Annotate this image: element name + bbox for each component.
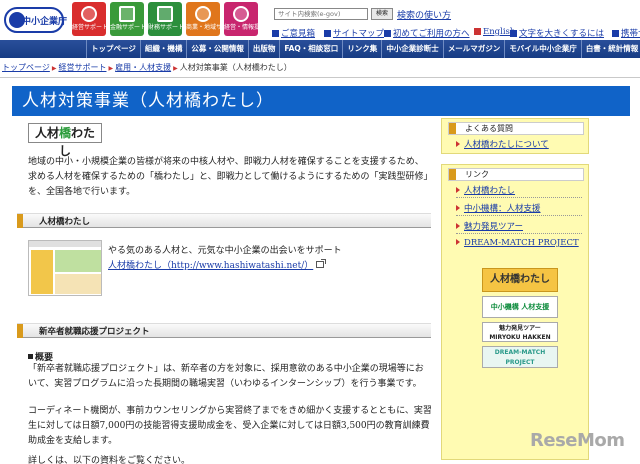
breadcrumb: トップページ ▶ 経営サポート ▶ 雇用・人材支援 ▶ 人材対策事業（人材橋わたし） <box>2 62 292 73</box>
globe-icon <box>195 6 211 22</box>
arrow-right-icon <box>456 141 460 147</box>
coin-icon <box>119 6 135 22</box>
hashiwatashi-external-link[interactable]: 人材橋わたし（http://www.hashiwatashi.net/） <box>108 261 313 271</box>
hashiwatashi-site-thumbnail[interactable] <box>28 240 102 296</box>
mail-icon <box>272 30 279 37</box>
divider <box>456 197 582 198</box>
external-link-icon <box>316 259 327 268</box>
arrow-right-icon <box>456 223 460 229</box>
category-financial-support[interactable]: 財務サポート <box>148 2 184 36</box>
banner-dream-match[interactable]: DREAM-MATCH PROJECT <box>482 346 558 368</box>
heading-mark-icon <box>449 123 456 134</box>
section-heading-new-graduate: 新卒者就職応援プロジェクト <box>17 323 431 338</box>
category-management-support[interactable]: 経営サポート <box>72 2 108 36</box>
divider <box>456 233 582 234</box>
target-icon <box>81 6 97 22</box>
section-heading-hashiwatashi: 人材橋わたし <box>17 213 431 228</box>
arrow-right-icon <box>456 205 460 211</box>
nav-top[interactable]: トップページ <box>86 40 140 58</box>
ministry-logo-text: 中小企業庁 <box>22 17 68 27</box>
page-title-bar: 人材対策事業（人材橋わたし） <box>12 86 630 116</box>
overview-paragraph-1: 「新卒者就職応援プロジェクト」は、新卒者の方を対象に、採用意欲のある中小企業の現… <box>28 364 424 389</box>
nav-mail-magazine[interactable]: メールマガジン <box>442 40 505 58</box>
links-heading: リンク <box>448 168 584 181</box>
arrow-icon <box>510 30 517 37</box>
first-time-link[interactable]: 初めてご利用の方へ <box>384 27 470 39</box>
nav-organization[interactable]: 組織・機構 <box>139 40 187 58</box>
faq-link-hashiwatashi[interactable]: 人材橋わたしについて <box>456 138 549 150</box>
breadcrumb-management-support[interactable]: 経営サポート <box>58 63 106 72</box>
banner-miryoku[interactable]: 魅力発見ツアー MIRYOKU HAKKEN <box>482 322 558 342</box>
heading-mark-icon <box>17 324 23 338</box>
divider <box>0 77 640 78</box>
sidebar-link-hashiwatashi[interactable]: 人材橋わたし <box>456 184 515 196</box>
breadcrumb-employment-support[interactable]: 雇用・人材支援 <box>115 63 171 72</box>
nav-links[interactable]: リンク集 <box>342 40 381 58</box>
overview-paragraph-2: コーディネート機関が、事前カウンセリングから実習終了までをきめ細かく支援するとと… <box>28 406 432 446</box>
nav-faq[interactable]: FAQ・相談窓口 <box>279 40 342 58</box>
breadcrumb-arrow-icon: ▶ <box>173 65 178 72</box>
global-nav: トップページ 組織・機構 公募・公開情報 出版物 FAQ・相談窓口 リンク集 中… <box>0 40 640 58</box>
arrow-icon <box>384 30 391 37</box>
hashiwatashi-logo: 人材橋わたし <box>28 123 102 158</box>
feedback-link[interactable]: ご意見箱 <box>272 27 315 39</box>
heading-mark-icon <box>449 169 456 180</box>
lead-text: やる気のある人材と、元気な中小企業の出会いをサポート <box>108 246 342 256</box>
category-finance-support[interactable]: 金融サポート <box>110 2 146 36</box>
breadcrumb-current: 人材対策事業（人材橋わたし） <box>179 63 292 72</box>
sidebar-link-smrj[interactable]: 中小機構：人材支援 <box>456 202 541 214</box>
nav-public-info[interactable]: 公募・公開情報 <box>186 40 248 58</box>
sitemap-link[interactable]: サイトマップ <box>324 27 384 39</box>
arrow-icon <box>324 30 331 37</box>
breadcrumb-arrow-icon: ▶ <box>108 65 114 72</box>
arrow-right-icon <box>456 187 460 193</box>
page-title: 人材対策事業（人材橋わたし） <box>22 91 274 111</box>
text-size-link[interactable]: 文字を大きくするには <box>510 27 604 39</box>
search-button[interactable]: 検索 <box>371 8 393 20</box>
nav-publications[interactable]: 出版物 <box>247 40 280 58</box>
intro-text: 地域の中小・小規模企業の皆様が将来の中核人材や、即戦力人材を確保することを支援す… <box>28 157 428 197</box>
search-help-link[interactable]: 検索の使い方 <box>397 8 451 21</box>
banner-smrj[interactable]: 中小機構 人材支援 <box>482 296 558 318</box>
broadcast-icon <box>233 6 249 22</box>
sidebar-link-miryoku[interactable]: 魅力発見ツアー <box>456 220 523 232</box>
breadcrumb-arrow-icon: ▶ <box>51 65 57 72</box>
overview-paragraph-3: 詳しくは、以下の資料をご覧ください。 <box>28 456 191 464</box>
breadcrumb-top[interactable]: トップページ <box>2 63 50 72</box>
watermark-logo: ReseMom <box>530 430 625 451</box>
site-header: 中小企業庁 経営サポート 金融サポート 財務サポート 商業・地域サポート 経営・… <box>0 0 640 40</box>
flag-icon <box>474 28 481 35</box>
heading-mark-icon <box>17 214 23 228</box>
money-icon <box>157 6 173 22</box>
site-search-input[interactable] <box>274 8 368 20</box>
banner-hashiwatashi[interactable]: 人材橋わたし <box>482 268 558 292</box>
mobile-site-link[interactable]: 携帯サイト <box>612 27 640 39</box>
section1-lead: やる気のある人材と、元気な中小企業の出会いをサポート 人材橋わたし（http:/… <box>108 244 342 274</box>
arrow-right-icon <box>456 239 460 245</box>
nav-white-paper[interactable]: 白書・統計情報 <box>580 40 640 58</box>
category-info-support[interactable]: 経営・情報提供 <box>224 2 266 36</box>
nav-mobile[interactable]: モバイル中小企業庁 <box>504 40 581 58</box>
phone-icon <box>612 30 619 37</box>
category-commerce-support[interactable]: 商業・地域サポート <box>186 2 240 36</box>
divider <box>456 215 582 216</box>
sidebar-link-dream-match[interactable]: DREAM-MATCH PROJECT <box>456 238 579 248</box>
faq-heading: よくある質問 <box>448 122 584 135</box>
nav-consultant[interactable]: 中小企業診断士 <box>381 40 443 58</box>
square-bullet-icon <box>28 354 33 359</box>
